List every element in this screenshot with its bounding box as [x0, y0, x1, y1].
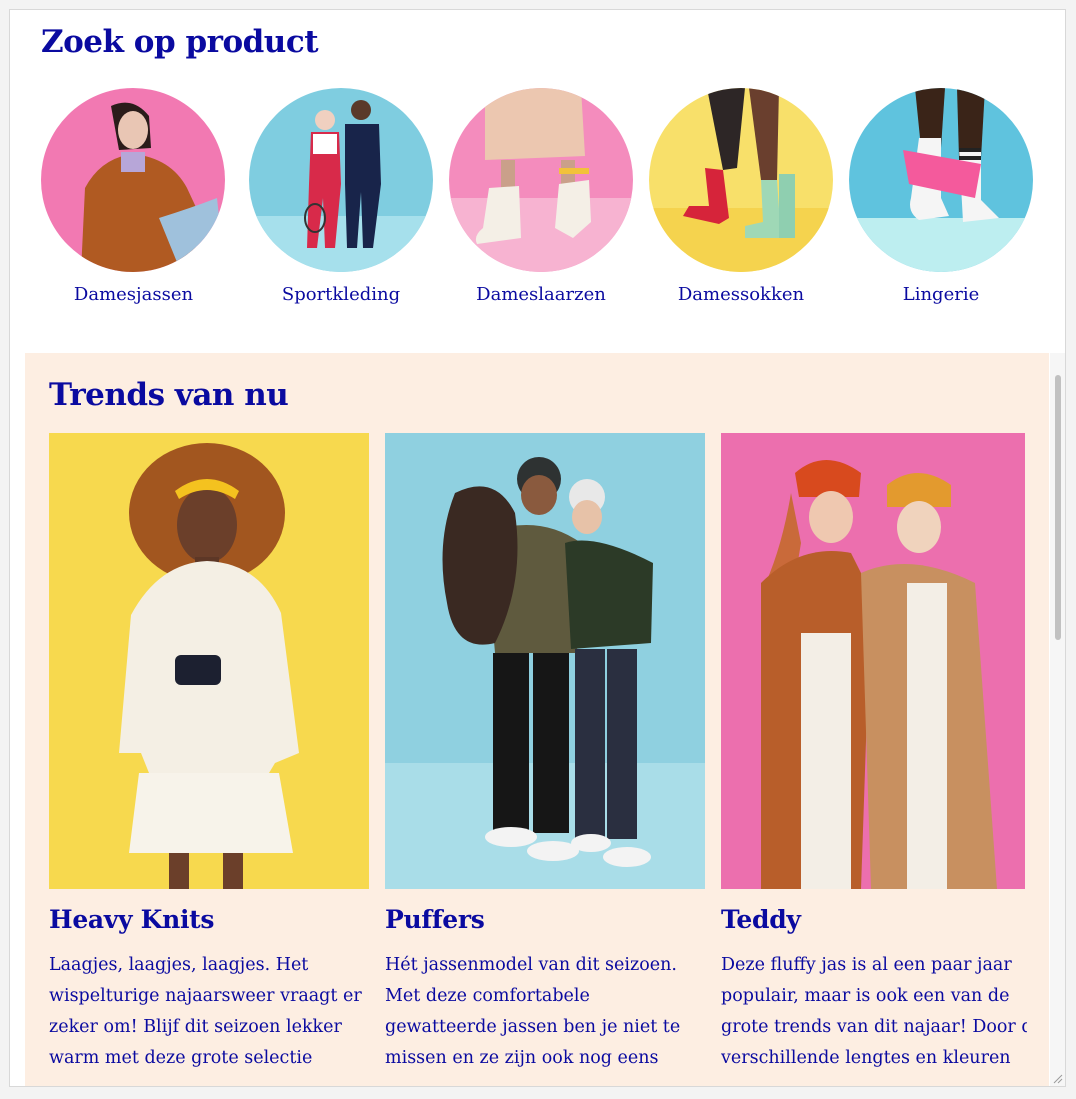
category-row: Damesjassen Sportkleding Dameslaarzen Da… [41, 88, 1041, 305]
trend-card-title[interactable]: Heavy Knits [49, 905, 369, 934]
category-sportkleding[interactable]: Sportkleding [241, 88, 441, 305]
trend-card-text-line: Hét jassenmodel van dit seizoen. [385, 955, 677, 975]
product-section-title: Zoek op product [41, 24, 319, 60]
category-label[interactable]: Damesjassen [41, 284, 226, 305]
trend-card-text-line: missen en ze zijn ook nog eens [385, 1048, 659, 1068]
trend-card-text-line: Deze fluffy jas is al een paar jaar [721, 955, 1012, 975]
scrollbar-thumb[interactable] [1055, 375, 1061, 640]
trend-card-text: Laagjes, laagjes, laagjes. Het wispeltur… [49, 950, 379, 1074]
trend-card-heavy-knits[interactable]: Heavy Knits Laagjes, laagjes, laagjes. H… [49, 433, 369, 1074]
category-label[interactable]: Damessokken [649, 284, 833, 305]
category-lingerie[interactable]: Lingerie [841, 88, 1041, 305]
trend-card-text-line: zeker om! Blijf dit seizoen lekker [49, 1017, 342, 1037]
category-image-sportkleding[interactable] [249, 88, 433, 272]
trend-image-puffers[interactable] [385, 433, 705, 889]
trend-card-title[interactable]: Teddy [721, 905, 1025, 934]
trend-card-teddy[interactable]: Teddy Deze fluffy jas is al een paar jaa… [721, 433, 1027, 1074]
category-label[interactable]: Lingerie [849, 284, 1033, 305]
trend-image-teddy[interactable] [721, 433, 1025, 889]
trend-card-text-line: populair, maar is ook een van de [721, 986, 1010, 1006]
category-dameslaarzen[interactable]: Dameslaarzen [441, 88, 641, 305]
trend-card-puffers[interactable]: Puffers Hét jassenmodel van dit seizoen.… [385, 433, 705, 1074]
category-image-damesjassen[interactable] [41, 88, 225, 272]
trend-card-text: Deze fluffy jas is al een paar jaar popu… [721, 950, 1027, 1074]
resize-grip-icon[interactable] [1051, 1072, 1063, 1084]
trend-card-text: Hét jassenmodel van dit seizoen. Met dez… [385, 950, 715, 1074]
trend-card-text-line: verschillende lengtes en kleuren [721, 1048, 1011, 1068]
trends-section-title: Trends van nu [49, 377, 289, 413]
trend-card-text-line: gewatteerde jassen ben je niet te [385, 1017, 681, 1037]
trend-image-heavy-knits[interactable] [49, 433, 369, 889]
category-label[interactable]: Dameslaarzen [449, 284, 633, 305]
page-frame: Zoek op product Damesjassen Sportkleding… [9, 9, 1066, 1087]
category-image-dameslaarzen[interactable] [449, 88, 633, 272]
category-damesjassen[interactable]: Damesjassen [41, 88, 226, 305]
category-label[interactable]: Sportkleding [249, 284, 433, 305]
category-image-lingerie[interactable] [849, 88, 1033, 272]
trend-card-text-line: warm met deze grote selectie [49, 1048, 313, 1068]
trend-card-text-line: Met deze comfortabele [385, 986, 590, 1006]
category-damessokken[interactable]: Damessokken [641, 88, 841, 305]
trend-card-text-line: Laagjes, laagjes, laagjes. Het [49, 955, 309, 975]
trend-card-text-line: wispelturige najaarsweer vraagt er [49, 986, 362, 1006]
category-image-damessokken[interactable] [649, 88, 833, 272]
trends-section: Trends van nu Heavy Knits Laagjes, laagj… [25, 353, 1049, 1086]
trend-card-title[interactable]: Puffers [385, 905, 705, 934]
trend-card-text-line: grote trends van dit najaar! Door d [721, 1017, 1027, 1037]
vertical-scrollbar[interactable] [1050, 353, 1065, 1086]
